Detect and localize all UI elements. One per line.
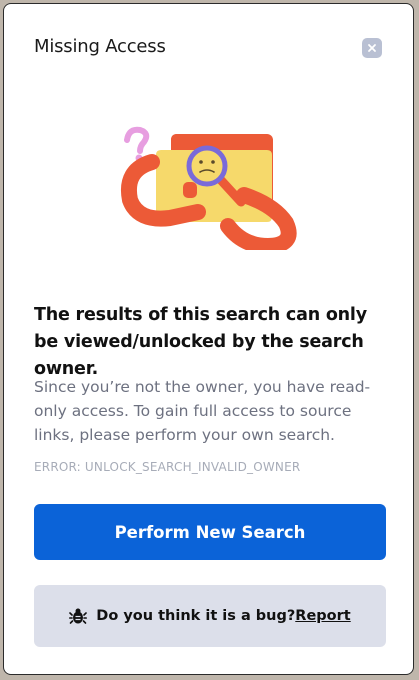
description: Since you’re not the owner, you have rea… [34,378,371,444]
missing-access-modal: Missing Access The results of this searc… [3,3,414,675]
close-button[interactable] [362,38,382,58]
bug-prompt-text: Do you think it is a bug? [96,608,296,624]
bug-icon [69,607,88,625]
close-icon [367,43,377,53]
perform-new-search-button[interactable]: Perform New Search [34,504,386,560]
headline: The results of this search can only be v… [34,305,367,379]
folder-magnifier-illustration [119,120,304,255]
modal-title: Missing Access [34,36,166,57]
error-code: ERROR: UNLOCK_SEARCH_INVALID_OWNER [34,460,301,474]
bug-report-bar: Do you think it is a bug? Report [34,585,386,647]
report-link[interactable]: Report [295,608,350,624]
